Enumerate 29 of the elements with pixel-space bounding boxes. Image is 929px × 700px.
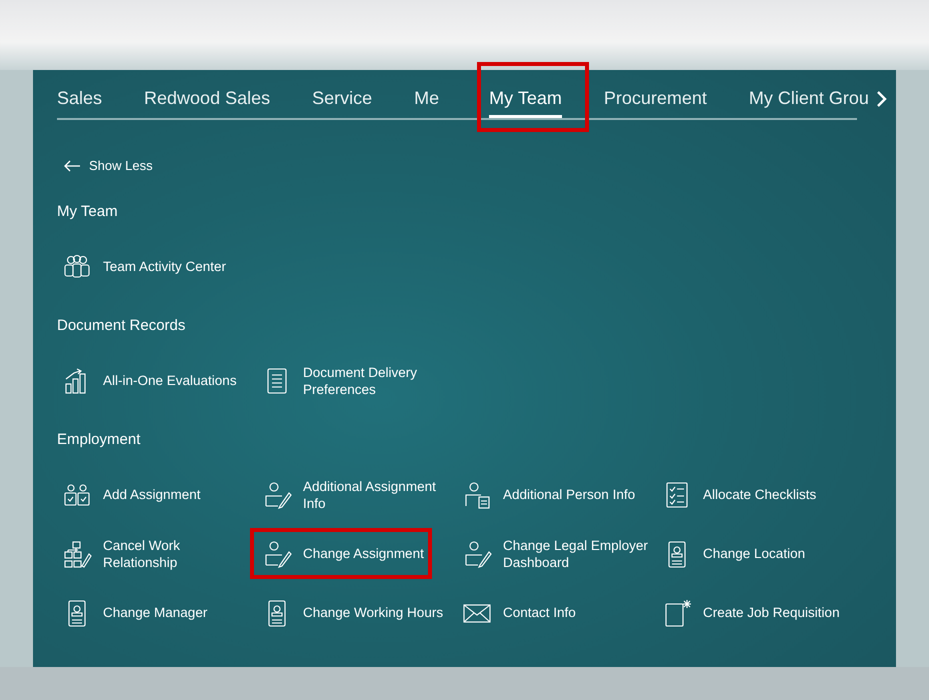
- nav-tab[interactable]: Redwood Sales: [144, 70, 270, 118]
- section-heading: Document Records: [57, 317, 186, 336]
- navigator-link[interactable]: Additional Person Info: [462, 480, 649, 510]
- nav-tab[interactable]: My Client Grou: [748, 70, 869, 118]
- org-chart-pencil-icon: [62, 538, 92, 568]
- navigator-link[interactable]: Contact Info: [462, 598, 649, 628]
- show-less-link[interactable]: Show Less: [63, 158, 153, 173]
- navigator-link[interactable]: Create Job Requisition: [662, 598, 849, 628]
- nav-tab[interactable]: Procurement: [604, 70, 707, 118]
- navigator-link[interactable]: Team Activity Center: [62, 252, 249, 282]
- nav-tab[interactable]: Me: [414, 70, 440, 118]
- section-heading: Employment: [57, 431, 142, 450]
- navigator-link[interactable]: Cancel Work Relationship: [62, 536, 249, 570]
- chevron-right-icon[interactable]: [875, 90, 887, 108]
- nav-tab[interactable]: Sales: [57, 70, 102, 118]
- navigator-link[interactable]: Document Delivery Preferences: [262, 364, 449, 398]
- section-heading: My Team: [57, 203, 119, 222]
- navigator-link[interactable]: Change Legal Employer Dashboard: [462, 536, 649, 570]
- navigator-link[interactable]: Additional Assignment Info: [262, 478, 449, 512]
- navigator-link[interactable]: Change Assignment: [262, 538, 449, 568]
- navigator-link[interactable]: Add Assignment: [62, 480, 249, 510]
- navigator-link[interactable]: Change Location: [662, 538, 849, 568]
- navigator-link[interactable]: Change Working Hours: [262, 598, 449, 628]
- nav-tab[interactable]: Service: [312, 70, 372, 118]
- arrow-left-icon: [63, 160, 81, 172]
- nav-tab[interactable]: My Team: [489, 70, 562, 118]
- navigator-link[interactable]: All-in-One Evaluations: [62, 366, 249, 396]
- navigator-link[interactable]: Change Manager: [62, 598, 249, 628]
- navigator-link[interactable]: Allocate Checklists: [662, 480, 849, 510]
